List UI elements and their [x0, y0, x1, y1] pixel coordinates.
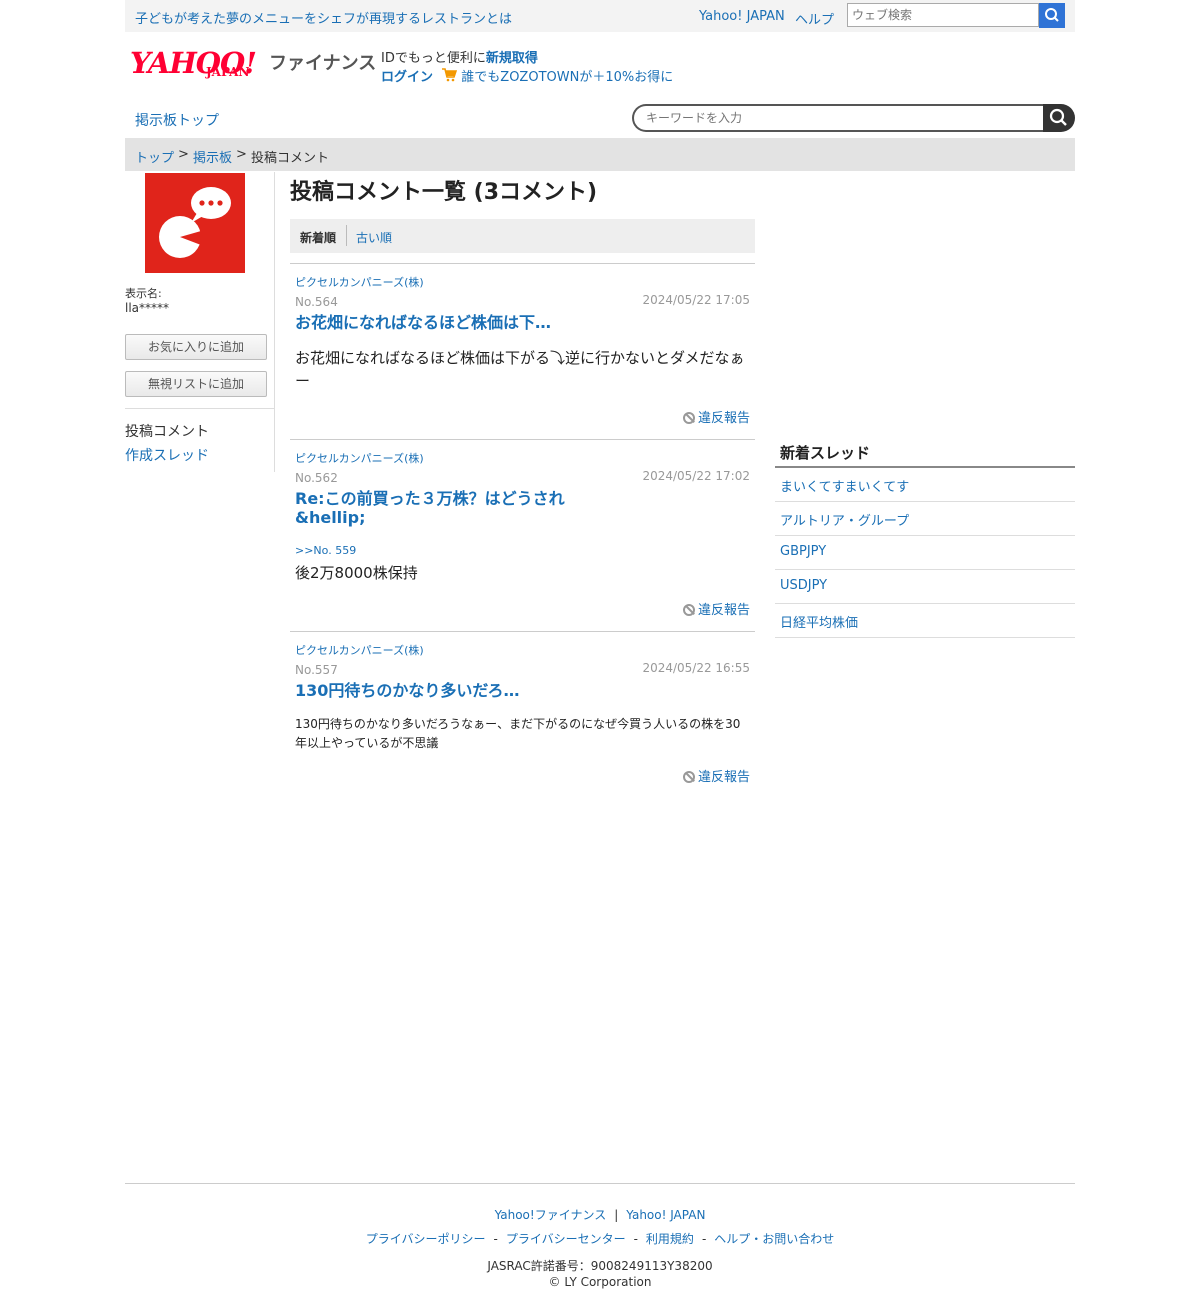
post-number: No.557: [295, 663, 338, 677]
id-promo-text: IDでもっと便利に: [381, 51, 486, 66]
post-number: No.564: [295, 295, 338, 309]
yahoo-logo[interactable]: YAHOO! JAPAN: [130, 46, 270, 86]
breadcrumb-current: 投稿コメント: [251, 151, 330, 166]
comment-post: ピクセルカンパニーズ(株) No.557 2024/05/22 16:55 13…: [290, 631, 755, 792]
comment-post: ピクセルカンパニーズ(株) No.564 2024/05/22 17:05 お花…: [290, 263, 755, 440]
thread-list-item[interactable]: GBPJPY: [775, 536, 1075, 570]
breadcrumb: トップ > 掲示板 > 投稿コメント: [125, 138, 1075, 171]
post-date: 2024/05/22 17:02: [642, 469, 750, 483]
breadcrumb-board[interactable]: 掲示板: [193, 147, 232, 166]
keyword-search-button[interactable]: [1043, 104, 1075, 132]
thread-list-item[interactable]: アルトリア・グループ: [775, 502, 1075, 536]
cart-icon: [442, 68, 458, 82]
post-title-link[interactable]: お花畑になればなるほど株価は下…: [295, 313, 585, 332]
footer-yahoo-japan-link[interactable]: Yahoo! JAPAN: [626, 1208, 705, 1222]
add-ignore-button[interactable]: 無視リストに追加: [125, 371, 267, 397]
post-date: 2024/05/22 17:05: [642, 293, 750, 307]
prohibited-icon: [682, 604, 695, 616]
breadcrumb-separator: >: [178, 147, 189, 162]
post-title-link[interactable]: Re:この前買った３万株？はどうされ&hellip;: [295, 489, 585, 527]
footer-links-primary: Yahoo!ファイナンス | Yahoo! JAPAN: [0, 1206, 1200, 1223]
signup-link[interactable]: 新規取得: [486, 51, 538, 66]
post-number: No.562: [295, 471, 338, 485]
keyword-search-input[interactable]: [632, 104, 1044, 132]
thread-list-item[interactable]: USDJPY: [775, 570, 1075, 604]
post-body: お花畑になればなるほど株価は下がる⤵︎逆に行かないとダメだなぁー: [295, 349, 745, 390]
left-column-divider: [274, 172, 275, 472]
post-company-link[interactable]: ピクセルカンパニーズ(株): [295, 642, 424, 658]
breadcrumb-separator: >: [236, 147, 247, 162]
sort-bar: 新着順 古い順: [290, 219, 755, 253]
report-label: 違反報告: [697, 770, 750, 785]
board-top-link[interactable]: 掲示板トップ: [135, 110, 219, 130]
thread-link[interactable]: まいくてすまいくてす: [780, 476, 909, 495]
thread-link[interactable]: アルトリア・グループ: [780, 510, 909, 529]
footer-terms-link[interactable]: 利用規約: [646, 1232, 694, 1246]
footer-separator: |: [614, 1208, 619, 1222]
report-link[interactable]: 違反報告: [682, 407, 750, 426]
report-label: 違反報告: [697, 603, 750, 618]
logo-japan-text: JAPAN: [206, 65, 250, 79]
search-icon: [1045, 8, 1059, 22]
menu-posted-comments: 投稿コメント: [125, 424, 209, 440]
login-link[interactable]: ログイン: [381, 70, 433, 85]
thread-list-item[interactable]: 日経平均株価: [775, 604, 1075, 638]
footer-separator: -: [633, 1232, 638, 1246]
footer-help-link[interactable]: ヘルプ・お問い合わせ: [714, 1232, 834, 1246]
post-body: 130円待ちのかなり多いだろうなぁー、まだ下がるのになぜ今買う人いるの株を30年…: [295, 717, 741, 750]
post-company-link[interactable]: ピクセルカンパニーズ(株): [295, 450, 424, 466]
sort-divider: [346, 225, 347, 246]
thread-link[interactable]: GBPJPY: [780, 544, 826, 559]
report-label: 違反報告: [697, 411, 750, 426]
yahoo-japan-link[interactable]: Yahoo! JAPAN: [699, 9, 785, 24]
post-title-link[interactable]: 130円待ちのかなり多いだろ…: [295, 681, 585, 700]
footer-separator: -: [701, 1232, 707, 1246]
post-body: 後2万8000株保持: [295, 564, 418, 582]
finance-logo-text[interactable]: ファイナンス: [269, 49, 376, 75]
footer-finance-link[interactable]: Yahoo!ファイナンス: [495, 1208, 607, 1222]
copyright: © LY Corporation: [548, 1275, 652, 1289]
zozo-link[interactable]: 誰でもZOZOTOWNが＋10%お得に: [461, 70, 673, 85]
footer-divider: [125, 1183, 1075, 1184]
top-bar: 子どもが考えた夢のメニューをシェフが再現するレストランとは Yahoo! JAP…: [125, 0, 1075, 32]
breadcrumb-top[interactable]: トップ: [135, 147, 174, 166]
post-company-link[interactable]: ピクセルカンパニーズ(株): [295, 274, 424, 290]
report-link[interactable]: 違反報告: [682, 766, 750, 785]
help-link[interactable]: ヘルプ: [795, 9, 834, 28]
thread-list-item[interactable]: まいくてすまいくてす: [775, 468, 1075, 502]
avatar: [145, 173, 245, 273]
sort-oldest-tab[interactable]: 古い順: [356, 229, 392, 246]
side-divider: [125, 408, 274, 409]
jasrac-number: JASRAC許諾番号：9008249113Y38200: [487, 1259, 713, 1273]
menu-created-threads[interactable]: 作成スレッド: [125, 445, 209, 465]
thread-link[interactable]: 日経平均株価: [780, 612, 858, 631]
promo-link[interactable]: 子どもが考えた夢のメニューをシェフが再現するレストランとは: [135, 8, 512, 27]
footer-privacy-policy-link[interactable]: プライバシーポリシー: [366, 1232, 486, 1246]
new-threads-title: 新着スレッド: [780, 444, 871, 462]
search-icon: [1049, 108, 1067, 126]
prohibited-icon: [682, 771, 695, 783]
speech-bubble-icon: [159, 187, 231, 258]
reply-to-link[interactable]: >>No. 559: [295, 544, 356, 557]
footer-links-secondary: プライバシーポリシー - プライバシーセンター - 利用規約 - ヘルプ・お問い合わせ: [0, 1230, 1200, 1247]
footer-separator: -: [493, 1232, 498, 1246]
prohibited-icon: [682, 412, 695, 424]
display-name: lla*****: [125, 301, 170, 315]
web-search-input[interactable]: [847, 3, 1039, 27]
page-title: 投稿コメント一覧 (3コメント): [290, 180, 598, 205]
login-line: ログイン 誰でもZOZOTOWNが＋10%お得に: [381, 66, 673, 85]
web-search-button[interactable]: [1039, 3, 1065, 28]
report-link[interactable]: 違反報告: [682, 599, 750, 618]
sort-newest-tab[interactable]: 新着順: [300, 229, 336, 246]
post-date: 2024/05/22 16:55: [642, 661, 750, 675]
comment-post: ピクセルカンパニーズ(株) No.562 2024/05/22 17:02 Re…: [290, 439, 755, 632]
id-promo: IDでもっと便利に新規取得: [381, 47, 538, 66]
footer-privacy-center-link[interactable]: プライバシーセンター: [506, 1232, 626, 1246]
thread-link[interactable]: USDJPY: [780, 578, 827, 593]
add-favorite-button[interactable]: お気に入りに追加: [125, 334, 267, 360]
display-name-label: 表示名:: [125, 287, 162, 300]
